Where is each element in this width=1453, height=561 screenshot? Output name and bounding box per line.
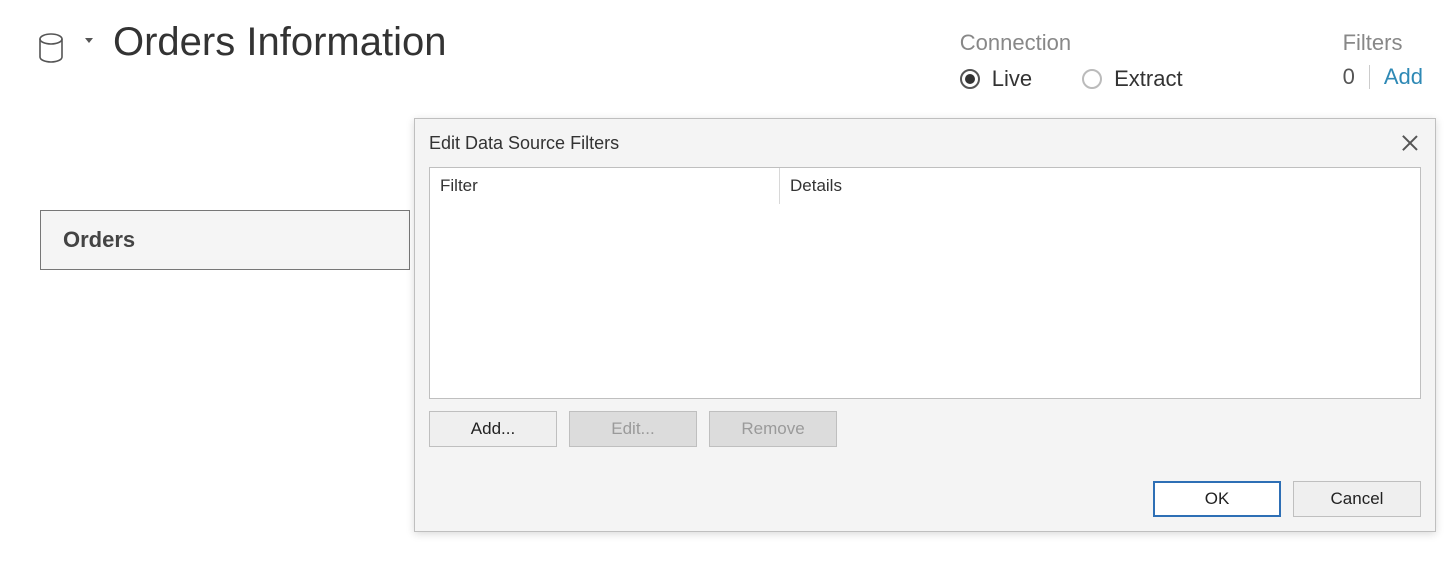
filters-add-link[interactable]: Add <box>1384 64 1423 90</box>
ok-button[interactable]: OK <box>1153 481 1281 517</box>
column-header-details[interactable]: Details <box>780 176 1420 196</box>
filters-divider <box>1369 65 1370 89</box>
connection-label: Connection <box>960 30 1183 56</box>
filters-list[interactable]: Filter Details <box>429 167 1421 399</box>
connection-extract-label: Extract <box>1114 66 1182 92</box>
connection-extract-radio[interactable]: Extract <box>1082 66 1182 92</box>
remove-filter-button: Remove <box>709 411 837 447</box>
filters-section: Filters 0 Add <box>1343 20 1423 90</box>
connection-live-label: Live <box>992 66 1032 92</box>
filters-label: Filters <box>1343 30 1423 56</box>
column-header-filter[interactable]: Filter <box>430 168 780 204</box>
table-pill-orders[interactable]: Orders <box>40 210 410 270</box>
filters-list-header: Filter Details <box>430 168 1420 204</box>
add-filter-button[interactable]: Add... <box>429 411 557 447</box>
table-pill-label: Orders <box>63 227 135 253</box>
close-icon[interactable] <box>1401 134 1419 152</box>
connection-live-radio[interactable]: Live <box>960 66 1032 92</box>
datasource-menu-caret-icon[interactable] <box>85 38 93 43</box>
radio-unselected-icon <box>1082 69 1102 89</box>
database-icon[interactable] <box>35 32 67 64</box>
filters-count: 0 <box>1343 64 1355 90</box>
dialog-titlebar: Edit Data Source Filters <box>415 119 1435 167</box>
radio-selected-icon <box>960 69 980 89</box>
cancel-button[interactable]: Cancel <box>1293 481 1421 517</box>
data-source-header: Orders Information Connection Live Extra… <box>35 20 1423 92</box>
edit-filter-button: Edit... <box>569 411 697 447</box>
connection-section: Connection Live Extract <box>960 20 1183 92</box>
edit-data-source-filters-dialog: Edit Data Source Filters Filter Details … <box>414 118 1436 532</box>
dialog-title: Edit Data Source Filters <box>429 133 619 154</box>
datasource-title[interactable]: Orders Information <box>113 20 446 64</box>
